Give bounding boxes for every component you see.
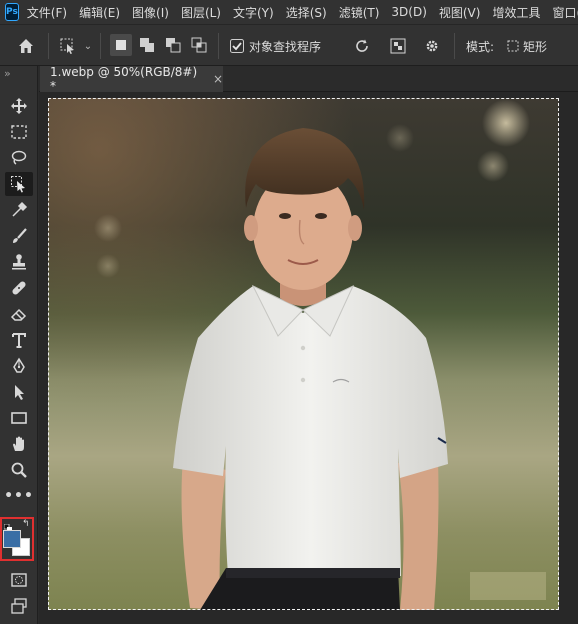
hand-tool-icon[interactable] — [5, 432, 33, 456]
menu-window[interactable]: 窗口(W) — [552, 4, 578, 21]
object-finder-checkbox[interactable] — [228, 34, 246, 58]
gear-icon[interactable] — [420, 34, 444, 58]
tools-panel: » ••• ↰ — [0, 66, 38, 624]
separator — [218, 33, 219, 59]
menu-edit[interactable]: 编辑(E) — [79, 4, 120, 21]
type-tool-icon[interactable] — [5, 328, 33, 352]
screen-mode-icon[interactable] — [5, 594, 33, 618]
mode-label: 模式: — [466, 39, 495, 54]
options-bar: ⌄ 对象查找程序 模式: 矩形 — [0, 24, 578, 66]
swap-colors-icon[interactable]: ↰ — [22, 519, 30, 529]
home-icon[interactable] — [12, 34, 40, 58]
menu-view[interactable]: 视图(V) — [439, 4, 481, 21]
document-area: 1.webp @ 50%(RGB/8#) * × — [39, 65, 578, 624]
menu-file[interactable]: 文件(F) — [27, 4, 67, 21]
add-to-selection-button[interactable] — [136, 34, 158, 56]
new-selection-button[interactable] — [110, 34, 132, 56]
subtract-from-selection-button[interactable] — [162, 34, 184, 56]
eraser-tool-icon[interactable] — [5, 302, 33, 326]
move-tool-icon[interactable] — [5, 94, 33, 118]
close-icon[interactable]: × — [213, 72, 223, 86]
object-finder-label: 对象查找程序 — [249, 39, 322, 54]
document-tab-bar: 1.webp @ 50%(RGB/8#) * × — [39, 65, 578, 93]
photo-image — [48, 98, 559, 610]
collapse-toolbar-icon[interactable]: » — [4, 67, 11, 80]
menu-filter[interactable]: 滤镜(T) — [339, 4, 380, 21]
separator — [100, 33, 101, 59]
menu-bar: Ps 文件(F) 编辑(E) 图像(I) 图层(L) 文字(Y) 选择(S) 滤… — [0, 0, 578, 24]
document-tab[interactable]: 1.webp @ 50%(RGB/8#) * × — [40, 65, 223, 93]
mode-value: 矩形 — [523, 39, 548, 54]
marquee-tool-icon[interactable] — [5, 120, 33, 144]
healing-tool-icon[interactable] — [5, 276, 33, 300]
intersect-selection-button[interactable] — [188, 34, 210, 56]
refresh-icon[interactable] — [350, 34, 374, 58]
eyedropper-tool-icon[interactable] — [5, 198, 33, 222]
show-all-objects-icon[interactable] — [386, 34, 410, 58]
menu-select[interactable]: 选择(S) — [286, 4, 327, 21]
quick-mask-icon[interactable] — [5, 568, 33, 592]
canvas[interactable] — [48, 98, 559, 610]
menu-image[interactable]: 图像(I) — [132, 4, 169, 21]
more-tools-icon[interactable]: ••• — [4, 484, 33, 508]
zoom-tool-icon[interactable] — [5, 458, 33, 482]
brush-tool-icon[interactable] — [5, 224, 33, 248]
default-colors-icon[interactable] — [3, 521, 12, 532]
menu-type[interactable]: 文字(Y) — [233, 4, 274, 21]
foreground-color-swatch[interactable] — [3, 530, 21, 548]
mode-select[interactable]: 矩形 — [507, 34, 575, 58]
photoshop-logo[interactable]: Ps — [5, 3, 19, 21]
menu-layer[interactable]: 图层(L) — [181, 4, 221, 21]
document-tab-title: 1.webp @ 50%(RGB/8#) * — [50, 65, 198, 93]
lasso-tool-icon[interactable] — [5, 146, 33, 170]
pen-tool-icon[interactable] — [5, 354, 33, 378]
chevron-down-icon[interactable]: ⌄ — [81, 34, 95, 58]
stamp-tool-icon[interactable] — [5, 250, 33, 274]
rectangle-mode-icon — [507, 40, 519, 52]
object-selection-preset-icon[interactable] — [57, 34, 79, 58]
path-selection-tool-icon[interactable] — [5, 380, 33, 404]
separator — [454, 33, 455, 59]
rectangle-tool-icon[interactable] — [5, 406, 33, 430]
menu-3d[interactable]: 3D(D) — [391, 5, 426, 19]
object-selection-tool-icon[interactable] — [5, 172, 33, 196]
menu-plugins[interactable]: 增效工具 — [492, 4, 540, 21]
separator — [48, 33, 49, 59]
